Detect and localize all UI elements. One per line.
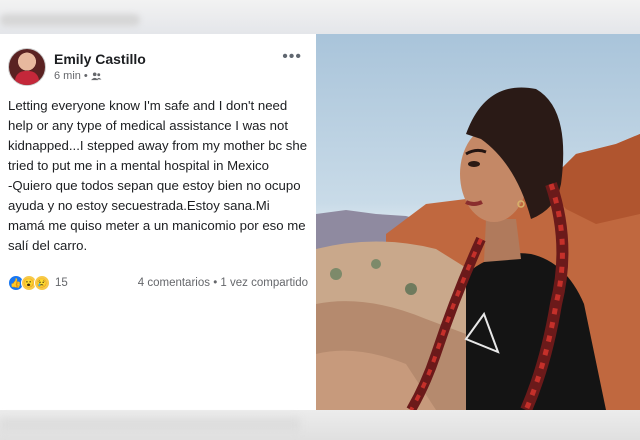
friends-icon [90,72,102,80]
bottom-blurred-strip [0,410,640,440]
post-time[interactable]: 6 min [54,70,81,82]
author-name[interactable]: Emily Castillo [54,51,146,67]
comments-count-link[interactable]: 4 comentarios [138,277,210,289]
photo-woman-in-canyon [316,34,640,410]
meta-separator: • [83,70,88,82]
author-avatar[interactable] [8,48,46,86]
facebook-post-card: Emily Castillo 6 min • ••• Letting every… [0,34,316,410]
post-header: Emily Castillo 6 min • ••• [8,48,308,88]
sad-reaction-icon: 😢 [34,275,50,291]
shares-count-link[interactable]: 1 vez compartido [220,277,308,289]
photo-illustration [316,87,640,410]
post-stats: 4 comentarios • 1 vez compartido [138,277,308,289]
top-blurred-strip [0,0,640,34]
stats-separator: • [213,277,218,289]
more-options-icon[interactable]: ••• [282,48,302,66]
reactions-summary[interactable]: 👍 😮 😢 15 [8,275,68,291]
post-meta: 6 min • [54,70,102,82]
reaction-count: 15 [55,277,68,289]
post-text: Letting everyone know I'm safe and I don… [8,98,308,253]
